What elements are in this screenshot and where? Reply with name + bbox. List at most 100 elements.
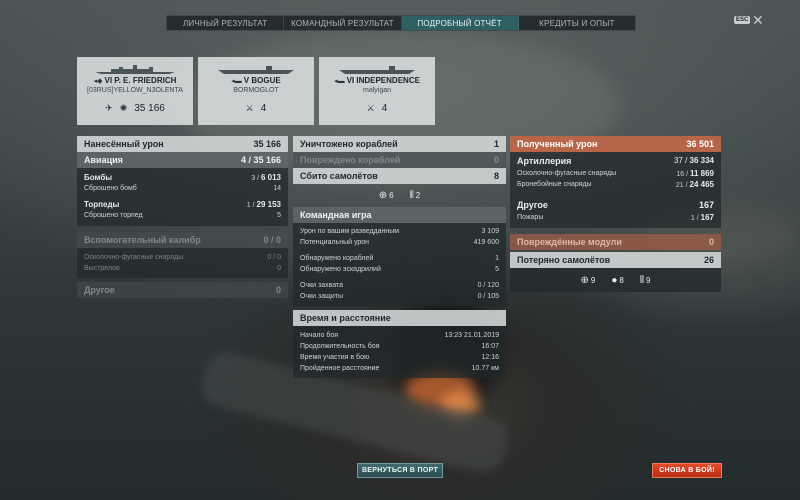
close-icon[interactable]: ✕ — [752, 13, 764, 27]
secondary-details: Осколочно-фугасные снаряды 0 / 0 Выстрел… — [77, 248, 288, 278]
other-received-row: Другое 167 — [510, 197, 721, 212]
ship-name: ◂▬ V BOGUE — [231, 76, 281, 85]
card-stats: ⚔ 4 — [319, 103, 435, 114]
bombs-dropped-row: Сброшено бомб 14 — [77, 183, 288, 194]
team-game-label: Командная игра — [300, 210, 372, 220]
planes-shot-label: Сбито самолётов — [300, 171, 378, 181]
esc-key-hint: ESC — [734, 16, 751, 24]
squadron-icon: ⫴ — [639, 274, 645, 286]
bomb-lost-stat: ● 8 — [611, 274, 624, 286]
player-name: [03RUS]YELLOW_N3OLENTA — [87, 87, 183, 94]
kills-value: 4 — [260, 103, 267, 114]
burst-icon: ✺ — [119, 103, 128, 113]
fires-row: Пожары 1 / 167 — [517, 213, 714, 222]
damage-dealt-value: 35 166 — [253, 139, 281, 149]
plane-icon: ✈ — [105, 103, 113, 113]
bombs-dropped-label: Сброшено бомб — [84, 185, 137, 192]
bombs-row: Бомбы 3 / 6 013 — [77, 172, 288, 183]
damaged-modules-label: Повреждённые модули — [517, 237, 622, 247]
battleship-silhouette-icon — [95, 65, 175, 74]
time-distance-header: Время и расстояние — [293, 310, 506, 326]
player-card[interactable]: ◂▬ VI INDEPENDENCE malyigan ⚔ 4 — [319, 57, 435, 125]
team-game-details: Урон по вашим разведданным 3 109 Потенциа… — [293, 223, 506, 306]
squadrons-spotted-row: Обнаружено эскадрилий 5 — [300, 266, 499, 273]
he-shells-row: Осколочно-фугасные снаряды 0 / 0 — [77, 252, 288, 263]
tab-credits-xp[interactable]: КРЕДИТЫ И ОПЫТ — [519, 16, 635, 30]
capture-points-row: Очки захвата 0 / 120 — [300, 282, 499, 289]
other-received-label: Другое — [517, 199, 548, 210]
ships-destroyed-value: 1 — [493, 139, 499, 149]
player-card[interactable]: ◂◆ VI P. E. FRIEDRICH [03RUS]YELLOW_N3OLE… — [77, 57, 193, 125]
secondary-battery-value: 0 / 0 — [263, 235, 281, 245]
time-distance-label: Время и расстояние — [300, 313, 391, 323]
sword-icon: ⚔ — [366, 103, 375, 113]
ships-damaged-row: Повреждено кораблей 0 — [293, 152, 506, 168]
torpedoes-dropped-value: 5 — [277, 212, 281, 219]
battle-start-row: Начало боя 13:23 21.01.2019 — [300, 332, 499, 339]
planes-lost-label: Потеряно самолётов — [517, 255, 611, 265]
shots-label: Выстрелов — [84, 265, 120, 272]
ships-destroyed-label: Уничтожено кораблей — [300, 139, 398, 149]
player-card[interactable]: ◂▬ V BOGUE BORMOGLOT ⚔ 4 — [198, 57, 314, 125]
result-tabs: ЛИЧНЫЙ РЕЗУЛЬТАТ КОМАНДНЫЙ РЕЗУЛЬТАТ ПОД… — [166, 15, 636, 31]
ships-damaged-label: Повреждено кораблей — [300, 155, 401, 165]
he-shells-value: 0 / 0 — [267, 254, 281, 261]
ships-damaged-value: 0 — [493, 155, 499, 165]
tab-personal-result[interactable]: ЛИЧНЫЙ РЕЗУЛЬТАТ — [167, 16, 285, 30]
defense-points-row: Очки защиты 0 / 105 — [300, 293, 499, 300]
artillery-label: Артиллерия — [517, 155, 572, 166]
damage-received-label: Полученный урон — [517, 139, 598, 149]
battle-duration-row: Продолжительность боя 16:07 — [300, 343, 499, 350]
return-to-port-button[interactable]: ВЕРНУТЬСЯ В ПОРТ — [357, 463, 443, 478]
damage-received-value: 36 501 — [686, 139, 714, 149]
squadron-lost-stat: ⫴ 9 — [639, 274, 651, 286]
damage-value: 35 166 — [134, 103, 165, 114]
aviation-label: Авиация — [84, 155, 123, 165]
card-stats: ⚔ 4 — [198, 103, 314, 114]
carrier-class-icon: ◂▬ — [334, 78, 345, 85]
battleship-class-icon: ◂◆ — [93, 78, 103, 85]
battle-summary-panel: Уничтожено кораблей 1 Повреждено корабле… — [293, 136, 506, 378]
damage-received-panel: Полученный урон 36 501 Артиллерия 37 / 3… — [510, 136, 721, 292]
torpedoes-label: Торпеды — [84, 200, 120, 209]
artillery-block: Артиллерия 37 / 36 334 Осколочно-фугасны… — [510, 152, 721, 228]
spotting-damage-row: Урон по вашим разведданным 3 109 — [300, 228, 499, 235]
tab-detailed-report[interactable]: ПОДРОБНЫЙ ОТЧЁТ — [401, 16, 519, 30]
ships-spotted-row: Обнаружено кораблей 1 — [300, 255, 499, 262]
planes-lost-row: Потеряно самолётов 26 — [510, 252, 721, 268]
ship-name: ◂◆ VI P. E. FRIEDRICH — [93, 76, 177, 85]
he-shells-received-row: Осколочно-фугасные снаряды 16 / 11 869 — [517, 169, 714, 178]
torpedoes-value: 1 / 29 153 — [246, 200, 281, 209]
aa-lost-stat: ⊕ 9 — [580, 274, 596, 286]
battle-again-button[interactable]: СНОВА В БОЙ! — [652, 463, 722, 478]
bombs-value: 3 / 6 013 — [251, 173, 281, 182]
secondary-battery-row: Вспомогательный калибр 0 / 0 — [77, 232, 288, 248]
card-stats: ✈ ✺ 35 166 — [77, 103, 193, 114]
aa-stat: ⊕ 6 — [378, 189, 394, 201]
torpedoes-dropped-label: Сброшено торпед — [84, 212, 143, 219]
squadron-icon: ⫴ — [409, 189, 414, 201]
aviation-value: 4 / 35 166 — [240, 155, 281, 165]
carrier-silhouette-icon — [218, 66, 294, 74]
aviation-row: Авиация 4 / 35 166 — [77, 152, 288, 168]
artillery-row: Артиллерия 37 / 36 334 — [510, 153, 721, 168]
he-shells-label: Осколочно-фугасные снаряды — [84, 254, 184, 261]
bomb-icon: ● — [611, 274, 618, 286]
carrier-silhouette-icon — [339, 66, 415, 74]
damage-dealt-header: Нанесённый урон 35 166 — [77, 136, 288, 152]
aviation-details: Бомбы 3 / 6 013 Сброшено бомб 14 Торпеды… — [77, 168, 288, 226]
bombs-label: Бомбы — [84, 173, 113, 182]
damaged-modules-value: 0 — [708, 237, 714, 247]
aa-icon: ⊕ — [580, 274, 589, 286]
secondary-battery-label: Вспомогательный калибр — [84, 235, 201, 245]
planes-lost-breakdown: ⊕ 9 ● 8 ⫴ 9 — [510, 268, 721, 292]
torpedoes-row: Торпеды 1 / 29 153 — [77, 199, 288, 210]
ships-destroyed-row: Уничтожено кораблей 1 — [293, 136, 506, 152]
ship-name: ◂▬ VI INDEPENDENCE — [334, 76, 420, 85]
planes-shot-value: 8 — [493, 171, 499, 181]
aa-icon: ⊕ — [378, 189, 388, 201]
team-game-header: Командная игра — [293, 207, 506, 223]
planes-lost-value: 26 — [703, 255, 714, 265]
participation-time-row: Время участия в бою 12:16 — [300, 354, 499, 361]
tab-team-result[interactable]: КОМАНДНЫЙ РЕЗУЛЬТАТ — [284, 16, 402, 30]
